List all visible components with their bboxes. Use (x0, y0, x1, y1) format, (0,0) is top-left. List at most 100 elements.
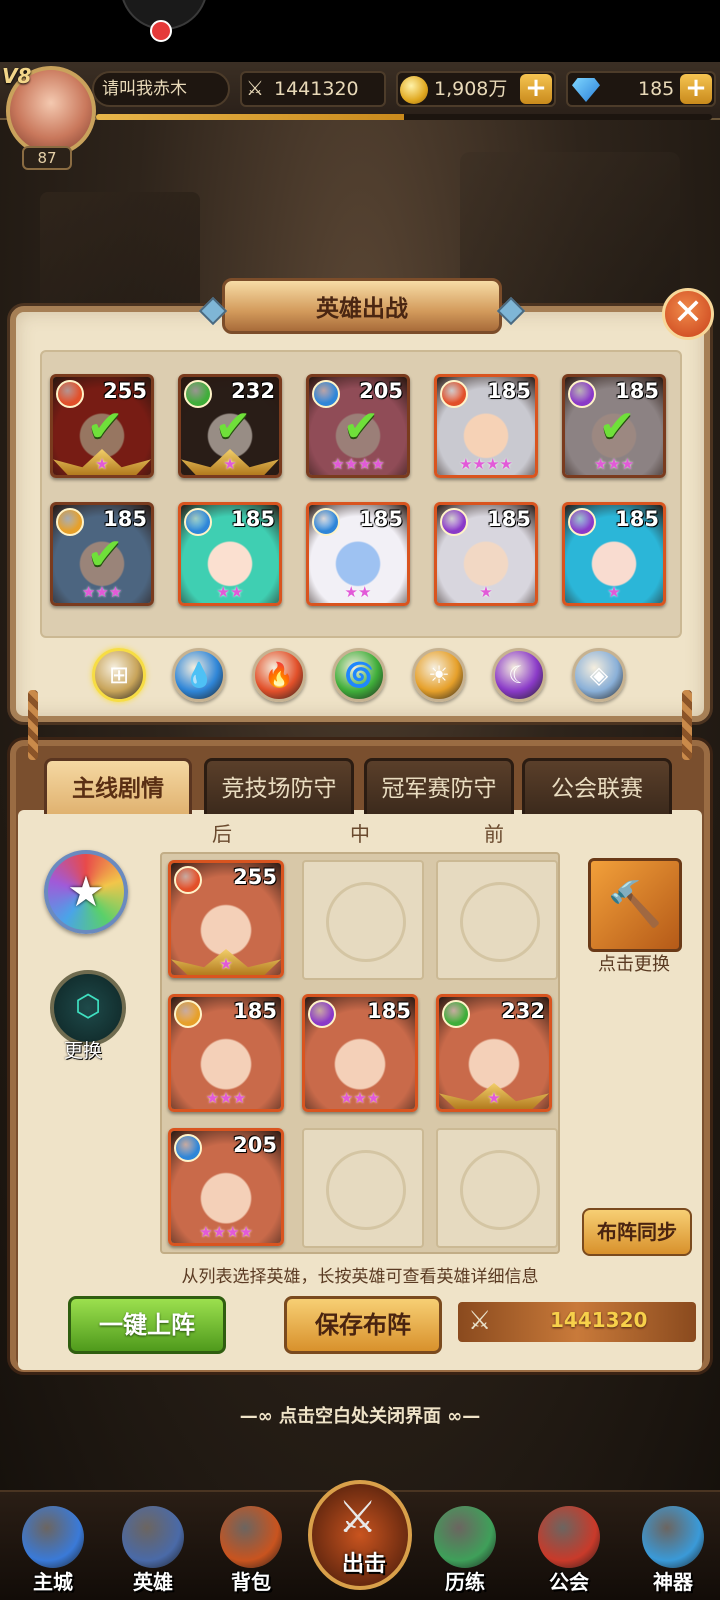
formation-slot-empty[interactable] (302, 1128, 424, 1248)
column-label-back: 后 (212, 822, 232, 846)
formation-hero-slot[interactable]: 232 ★ (436, 994, 552, 1112)
add-gold-button[interactable]: + (520, 74, 552, 104)
crossed-swords-icon: ⚔ (468, 1306, 492, 1336)
formation-hero-slot[interactable]: 205 ★★★★ (168, 1128, 284, 1246)
checkmark-icon: ✔ (342, 401, 380, 452)
filter-water-button[interactable]: 💧 (172, 648, 226, 702)
castle-icon (22, 1506, 84, 1568)
water-element-icon (174, 1134, 202, 1162)
checkmark-icon: ✔ (214, 401, 252, 452)
filter-fire-button[interactable]: 🔥 (252, 648, 306, 702)
hero-stars: ★★★ (339, 1089, 381, 1107)
fire-element-icon (174, 866, 202, 894)
checkmark-icon: ✔ (86, 401, 124, 452)
nav-item-2[interactable]: 背包 (206, 1500, 296, 1600)
column-label-middle: 中 (350, 822, 370, 846)
formation-hero-slot[interactable]: 185 ★★★ (168, 994, 284, 1112)
wind-element-icon (184, 380, 212, 408)
bag-icon (220, 1506, 282, 1568)
water-element-icon (312, 508, 340, 536)
nav-label: 出击 (341, 1552, 386, 1577)
nav-item-1[interactable]: 英雄 (108, 1500, 198, 1600)
hero-level: 185 (615, 379, 659, 403)
water-element-icon (312, 380, 340, 408)
player-level-badge: 87 (22, 146, 72, 170)
hero-level: 185 (231, 507, 275, 531)
vip-label: V8 (2, 64, 32, 88)
formation-slot-empty[interactable] (436, 1128, 558, 1248)
tab-3[interactable]: 公会联赛 (522, 758, 672, 814)
power-swords-icon: ⚔ (246, 76, 264, 100)
dark-element-icon (440, 508, 468, 536)
filter-all-button[interactable]: ⊞ (92, 648, 146, 702)
gold-display: 1,908万 + (396, 71, 556, 107)
nav-item-0[interactable]: 主城 (8, 1500, 98, 1600)
dark-element-icon (308, 1000, 336, 1028)
tab-0[interactable]: 主线剧情 (44, 758, 192, 814)
power-value: 1441320 (274, 78, 359, 100)
light-filter-icon: ☀ (428, 661, 450, 689)
wind-filter-icon: 🌀 (344, 661, 374, 689)
nav-attack-button[interactable]: ⚔ 出击 (308, 1480, 412, 1590)
hero-stars: ★★★★ (459, 455, 513, 473)
nav-item-4[interactable]: 历练 (420, 1500, 510, 1600)
hero-list-card[interactable]: 185 ★★★★ (434, 374, 538, 478)
nav-item-6[interactable]: 神器 (628, 1500, 718, 1600)
hero-list-card[interactable]: 185 ★★★ ✔ (50, 502, 154, 606)
rope-left (28, 690, 38, 760)
formation-sync-button[interactable]: 布阵同步 (582, 1208, 692, 1256)
hero-stars: ★★ (216, 583, 244, 601)
tab-1[interactable]: 竞技场防守 (204, 758, 354, 814)
neutral-filter-icon: ◈ (589, 661, 609, 689)
xp-bar (96, 114, 712, 120)
gem-value: 185 (638, 78, 675, 100)
hero-list-card[interactable]: 185 ★★★ ✔ (562, 374, 666, 478)
formation-hero-slot[interactable]: 255 ★ (168, 860, 284, 978)
checkmark-icon: ✔ (86, 529, 124, 580)
filter-dark-button[interactable]: ☾ (492, 648, 546, 702)
hero-list-card[interactable]: 205 ★★★★ ✔ (306, 374, 410, 478)
hero-level: 205 (359, 379, 403, 403)
hero-stars: ★ (487, 1089, 501, 1107)
tap-blank-to-close-hint[interactable]: —∞ 点击空白处关闭界面 ∞— (0, 1402, 720, 1428)
hero-stars: ★★★ (81, 583, 123, 601)
water-filter-icon: 💧 (184, 661, 214, 689)
artifact-orb-icon (642, 1506, 704, 1568)
nav-item-5[interactable]: 公会 (524, 1500, 614, 1600)
nav-label: 历练 (445, 1570, 485, 1594)
swap-formation-button[interactable]: ⬡ (50, 970, 126, 1046)
add-gem-button[interactable]: + (680, 74, 712, 104)
auto-deploy-button[interactable]: 一键上阵 (68, 1296, 226, 1354)
hero-list-card[interactable]: 185 ★ (434, 502, 538, 606)
nav-label: 主城 (33, 1570, 73, 1594)
formation-star-button[interactable]: ★ (44, 850, 128, 934)
hero-level: 205 (233, 1133, 277, 1157)
save-formation-button[interactable]: 保存布阵 (284, 1296, 442, 1354)
formation-slot-empty[interactable] (302, 860, 424, 980)
formation-slot-empty[interactable] (436, 860, 558, 980)
artifact-slot[interactable]: 🔨 (588, 858, 682, 952)
hero-list-card[interactable]: 185 ★★ (306, 502, 410, 606)
fire-element-icon (440, 380, 468, 408)
nav-label: 神器 (653, 1570, 693, 1594)
filter-neutral-button[interactable]: ◈ (572, 648, 626, 702)
close-button[interactable]: ✕ (662, 288, 714, 340)
hero-stars: ★ (223, 455, 237, 473)
nav-label: 公会 (549, 1570, 589, 1594)
filter-wind-button[interactable]: 🌀 (332, 648, 386, 702)
hero-list-card[interactable]: 185 ★ (562, 502, 666, 606)
gem-display: 185 + (566, 71, 716, 107)
player-name[interactable]: 请叫我赤木 (92, 71, 230, 107)
filter-light-button[interactable]: ☀ (412, 648, 466, 702)
checkmark-icon: ✔ (598, 401, 636, 452)
team-power-bar: ⚔ 1441320 (458, 1302, 696, 1342)
tab-2[interactable]: 冠军赛防守 (364, 758, 514, 814)
hero-list-card[interactable]: 185 ★★ (178, 502, 282, 606)
light-element-icon (174, 1000, 202, 1028)
hero-stars: ★ (607, 583, 621, 601)
column-label-front: 前 (484, 822, 504, 846)
hero-list-card[interactable]: 255 ★ ✔ (50, 374, 154, 478)
hero-list-card[interactable]: 232 ★ ✔ (178, 374, 282, 478)
gold-value: 1,908万 (434, 78, 508, 100)
formation-hero-slot[interactable]: 185 ★★★ (302, 994, 418, 1112)
